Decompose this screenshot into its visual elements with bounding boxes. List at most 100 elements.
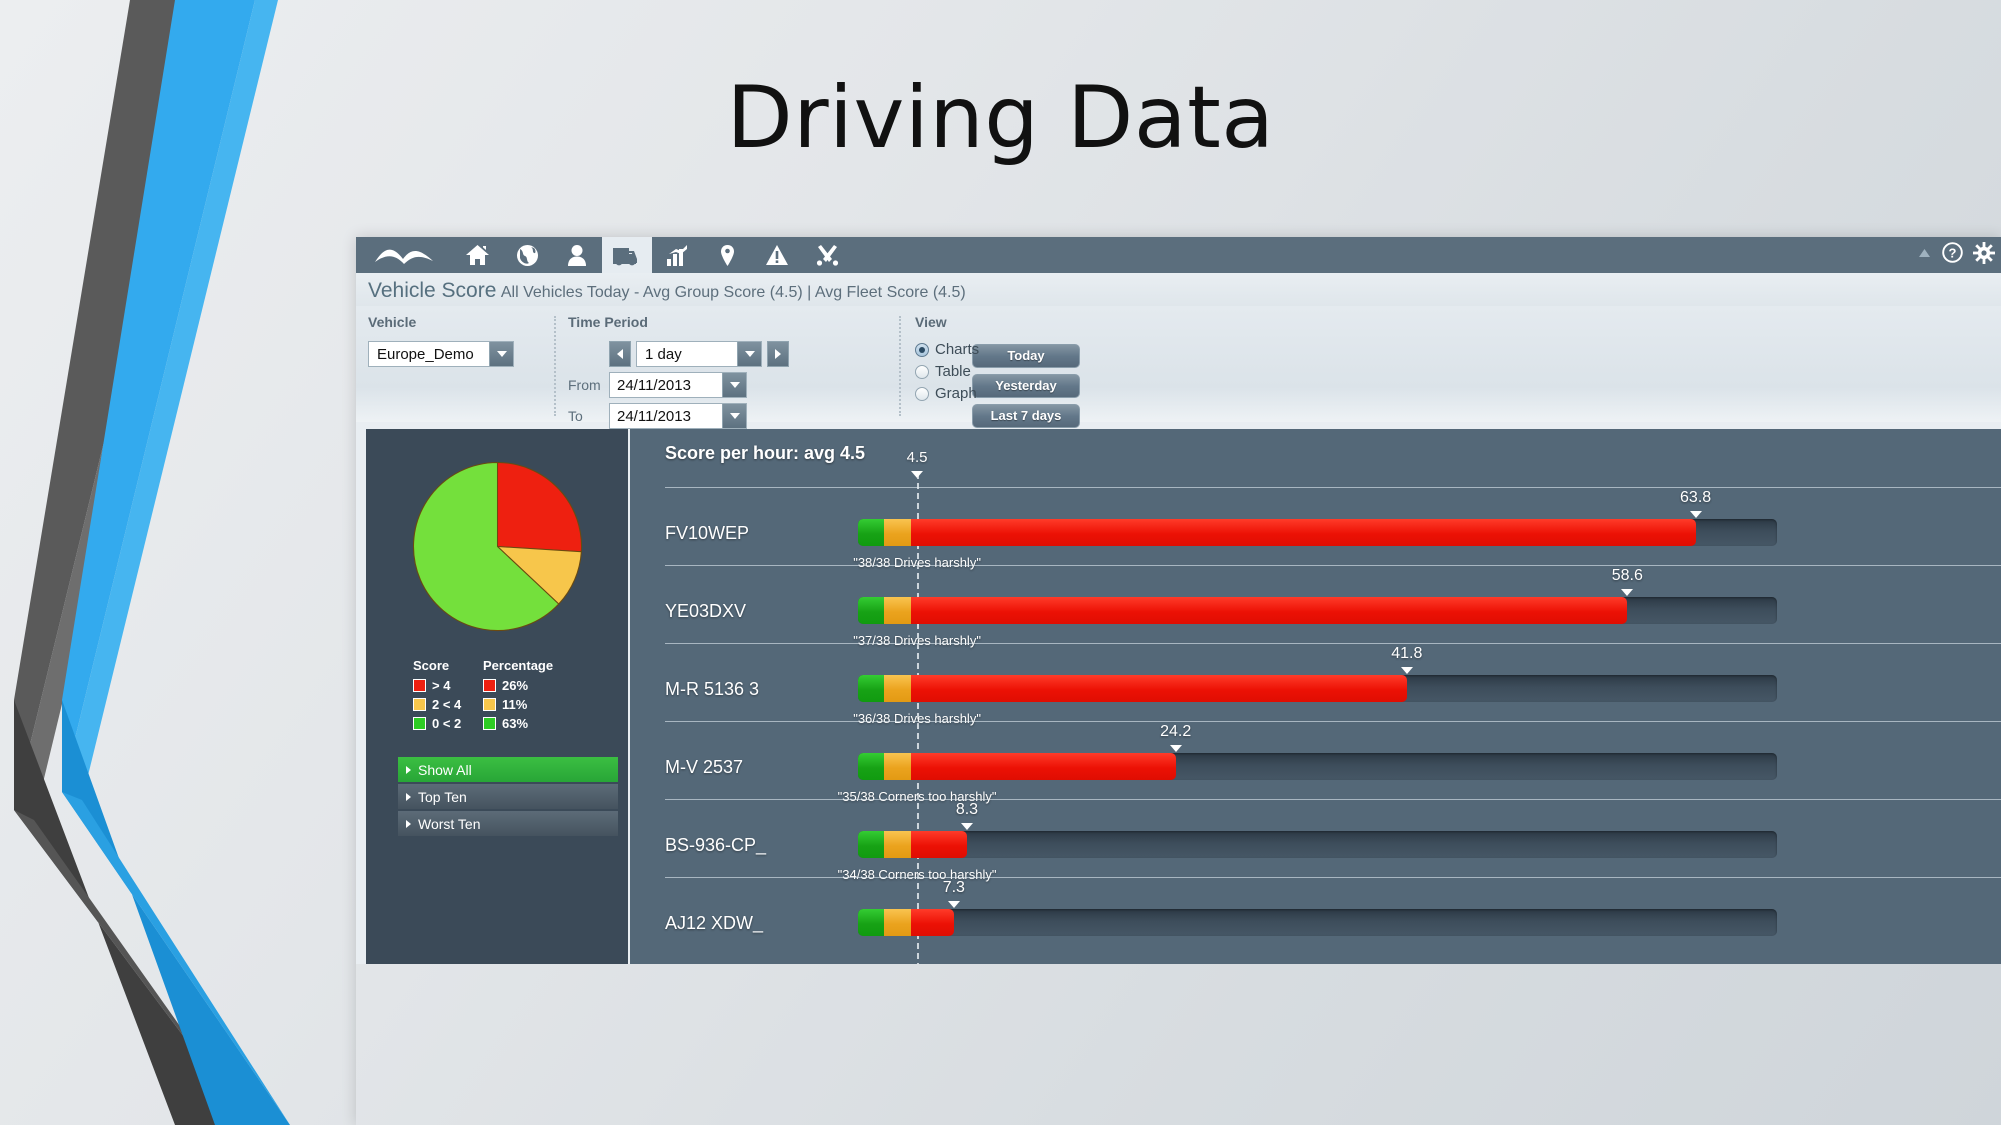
page-title: Driving Data (726, 68, 1275, 168)
to-date-field[interactable]: 24/11/2013 (609, 403, 747, 429)
show-all-label: Show All (418, 761, 472, 778)
legend-swatch-green (413, 717, 426, 730)
to-date-value: 24/11/2013 (617, 407, 691, 425)
view-radio-graph[interactable]: Graph (915, 385, 1053, 402)
person-icon[interactable] (552, 237, 602, 273)
arrow-right-icon (406, 819, 411, 828)
legend-swatch-red (413, 679, 426, 692)
bar-segment-red (910, 519, 1696, 546)
bar-track (858, 909, 1777, 936)
help-icon[interactable]: ? (1942, 242, 1963, 268)
bar-row-caption: "36/38 Drives harshly" (853, 711, 981, 726)
from-date-chevron-down-icon[interactable] (722, 373, 746, 397)
bar-value-triangle-icon (947, 901, 960, 908)
home-icon[interactable] (452, 237, 502, 273)
legend-row: 2 < 4 11% (413, 697, 628, 712)
bar-row-label: M-R 5136 3 (665, 679, 760, 699)
average-marker-label: 4.5 (906, 449, 928, 466)
top-ten-label: Top Ten (418, 788, 467, 805)
bar-row[interactable]: AJ12 XDW_ 7.3 (630, 879, 2001, 964)
legend-head-score: Score (413, 658, 450, 673)
alert-icon[interactable] (752, 237, 802, 273)
vehicle-filter-group: Vehicle Europe_Demo (368, 306, 548, 422)
logo-icon[interactable] (356, 237, 452, 273)
to-date-chevron-down-icon[interactable] (722, 404, 746, 428)
bar-row-caption: "37/38 Drives harshly" (853, 633, 981, 648)
bar-segment-green (858, 831, 885, 858)
duration-prev-button[interactable] (609, 341, 631, 367)
worst-ten-button[interactable]: Worst Ten (398, 811, 618, 836)
arrow-right-icon (406, 765, 411, 774)
legend-row: 0 < 2 63% (413, 716, 628, 731)
bar-value-triangle-icon (1400, 667, 1413, 674)
view-radio-table[interactable]: Table (915, 363, 1053, 380)
chart-title: Score per hour: avg 4.5 (665, 443, 866, 463)
bar-segment-green (858, 753, 885, 780)
bar-chart-icon[interactable] (652, 237, 702, 273)
legend-pct-swatch-green (483, 717, 496, 730)
from-label: From (568, 377, 601, 393)
radio-charts-icon[interactable] (915, 342, 929, 357)
bar-value-triangle-icon (960, 823, 973, 830)
bar-segment-green (858, 675, 885, 702)
filter-divider-2 (899, 316, 901, 416)
bar-value-label: 24.2 (1160, 723, 1192, 740)
view-label: View (915, 314, 947, 330)
app-body: Vehicle Score All Vehicles Today - Avg G… (356, 273, 2001, 964)
bar-row[interactable]: YE03DXV 58.6 "37/38 Drives harshly" (630, 567, 2001, 653)
row-separator (665, 877, 2001, 878)
truck-icon[interactable] (602, 237, 652, 273)
navbar-utility-icons: ? (1917, 237, 1995, 273)
view-radio-graph-label: Graph (935, 385, 977, 402)
legend-row: > 4 26% (413, 678, 628, 693)
bar-value-label: 41.8 (1391, 645, 1423, 662)
legend-score-0: > 4 (432, 678, 451, 693)
bar-value-label: 8.3 (955, 801, 979, 818)
bar-row[interactable]: FV10WEP 63.8 "38/38 Drives harshly" (630, 489, 2001, 575)
tools-icon[interactable] (802, 237, 852, 273)
bar-row-label: YE03DXV (665, 601, 747, 621)
vehicle-label: Vehicle (368, 314, 417, 330)
view-filter-group: View Charts Table Graph (893, 306, 1053, 422)
bar-segment-red (910, 597, 1628, 624)
row-separator (665, 799, 2001, 800)
bar-row[interactable]: BS-936-CP_ 8.3 "34/38 Corners too harshly" (630, 801, 2001, 887)
bar-row[interactable]: M-V 2537 24.2 "35/38 Corners too harshly" (630, 723, 2001, 809)
bar-segment-red (910, 909, 954, 936)
duration-next-button[interactable] (767, 341, 789, 367)
bar-segment-red (910, 753, 1176, 780)
top-ten-button[interactable]: Top Ten (398, 784, 618, 809)
from-date-field[interactable]: 24/11/2013 (609, 372, 747, 398)
show-all-button[interactable]: Show All (398, 757, 618, 782)
view-radio-charts[interactable]: Charts (915, 341, 1053, 358)
globe-icon[interactable] (502, 237, 552, 273)
duration-chevron-down-icon[interactable] (737, 342, 761, 366)
bar-value-label: 7.3 (942, 879, 965, 896)
collapse-up-icon[interactable] (1917, 246, 1932, 264)
bar-row-label: AJ12 XDW_ (665, 913, 764, 933)
bar-value-triangle-icon (1689, 511, 1702, 518)
radio-graph-icon[interactable] (915, 386, 929, 401)
vehicle-select[interactable]: Europe_Demo (368, 341, 514, 367)
bar-segment-orange (884, 597, 911, 624)
navbar-icon-group (356, 237, 852, 273)
content-area: Score Percentage > 4 26% 2 < 4 11% 0 < 2… (356, 422, 2001, 964)
bar-segment-red (910, 675, 1407, 702)
filters-bar: Vehicle Europe_Demo Time Period 1 day Fr… (356, 306, 2001, 429)
legend-pct-2: 63% (502, 716, 529, 731)
pin-icon[interactable] (702, 237, 752, 273)
bar-segment-orange (884, 909, 911, 936)
legend-pct-swatch-red (483, 679, 496, 692)
vehicle-select-chevron-down-icon[interactable] (489, 342, 513, 366)
vehicle-select-value: Europe_Demo (377, 345, 474, 363)
legend-pct-1: 11% (502, 697, 528, 712)
row-separator (665, 565, 2001, 566)
page-header-title: Vehicle Score (368, 279, 497, 302)
bar-segment-green (858, 597, 885, 624)
bar-row[interactable]: M-R 5136 3 41.8 "36/38 Drives harshly" (630, 645, 2001, 731)
page-header: Vehicle Score All Vehicles Today - Avg G… (356, 273, 2001, 306)
duration-select[interactable]: 1 day (636, 341, 762, 367)
gear-icon[interactable] (1973, 241, 1995, 269)
bar-segment-orange (884, 519, 911, 546)
radio-table-icon[interactable] (915, 364, 929, 379)
